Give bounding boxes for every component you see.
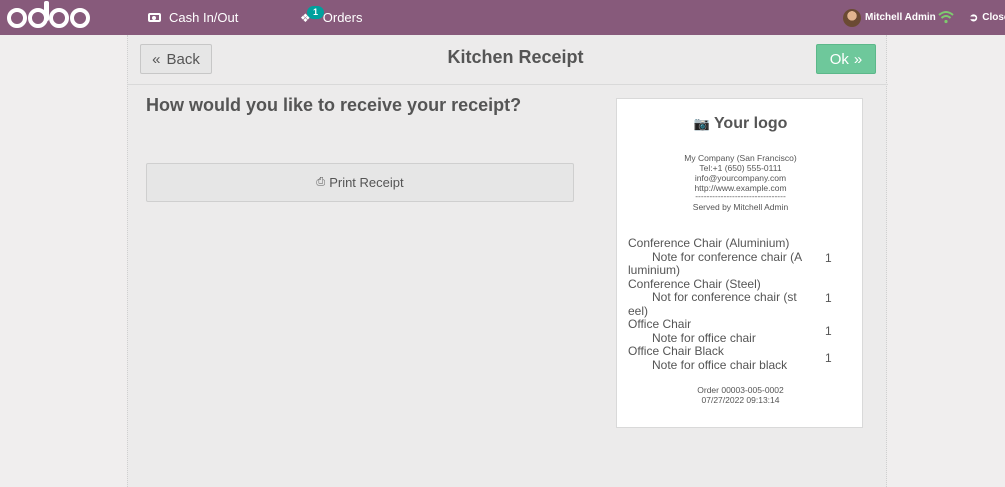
camera-icon: 📷: [693, 116, 710, 131]
user-name: Mitchell Admin: [865, 12, 936, 23]
receipt-line: Office Chair Note for office chair 1: [628, 317, 848, 345]
receipt-served-by: Served by Mitchell Admin: [692, 202, 789, 212]
receipt-phone: Tel:+1 (650) 555-0111: [699, 163, 782, 173]
print-receipt-button[interactable]: ⎙ Print Receipt: [146, 163, 574, 202]
receipt-company-info: My Company (San Francisco) Tel:+1 (650) …: [617, 153, 864, 212]
cash-icon: [148, 13, 161, 22]
receipt-line-note: Note for office chair: [652, 330, 756, 345]
sign-out-icon: ➲: [969, 12, 979, 24]
double-chevron-right-icon: »: [853, 50, 863, 68]
receipt-separator: --------------------------------: [695, 191, 786, 201]
close-label: Close: [982, 12, 1005, 23]
receipt-line-note: Note for conference chair (Aluminium): [628, 249, 803, 277]
receipt-line-note: Not for conference chair (steel): [628, 290, 797, 318]
receipt-line: Office Chair Black Note for office chair…: [628, 344, 848, 372]
receipt-lines: Conference Chair (Aluminium) Note for co…: [628, 236, 848, 372]
wifi-icon: [938, 11, 954, 24]
receipt-line-product: Office Chair: [628, 317, 692, 331]
receipt-question: How would you like to receive your recei…: [146, 95, 522, 115]
receipt-screen: « Back Kitchen Receipt Ok » How would yo…: [127, 35, 888, 487]
top-bar: Cash In/Out ❖ Orders 1 Mitchell Admin ➲ …: [0, 0, 1005, 35]
cash-in-out-label: Cash In/Out: [169, 10, 239, 25]
avatar: [843, 8, 861, 27]
ok-label: Ok: [829, 50, 849, 68]
receipt-line-qty: 1: [825, 291, 832, 305]
printer-icon: ⎙: [316, 176, 326, 188]
receipt-logo-text: Your logo: [713, 115, 788, 132]
receipt-line-product: Conference Chair (Aluminium): [628, 236, 790, 250]
receipt-footer: Order 00003-005-0002 07/27/2022 09:13:14: [617, 385, 864, 405]
receipt-line-qty: 1: [825, 351, 832, 365]
receipt-company-name: My Company (San Francisco): [684, 153, 797, 163]
odoo-logo: [7, 0, 90, 32]
ok-button[interactable]: Ok »: [816, 44, 876, 74]
receipt-logo: 📷 Your logo: [617, 115, 864, 133]
receipt-line: Conference Chair (Aluminium) Note for co…: [628, 236, 848, 278]
receipt-preview: 📷 Your logo My Company (San Francisco) T…: [616, 98, 863, 428]
screen-header: « Back Kitchen Receipt Ok »: [128, 35, 888, 85]
receipt-line-product: Conference Chair (Steel): [628, 276, 761, 291]
receipt-line-qty: 1: [825, 250, 832, 265]
receipt-order-ref: Order 00003-005-0002: [697, 385, 784, 395]
user-menu[interactable]: Mitchell Admin: [843, 0, 936, 35]
receipt-datetime: 07/27/2022 09:13:14: [701, 395, 780, 405]
orders-count-badge: 1: [307, 6, 324, 19]
receipt-line-product: Office Chair Black: [628, 344, 724, 358]
receipt-email: info@yourcompany.com: [694, 173, 787, 183]
cash-in-out-button[interactable]: Cash In/Out: [148, 0, 238, 35]
receipt-line-qty: 1: [825, 324, 832, 338]
page-title: Kitchen Receipt: [447, 47, 584, 67]
print-receipt-label: Print Receipt: [329, 175, 404, 190]
receipt-line: Conference Chair (Steel) Not for confere…: [628, 276, 848, 319]
close-button[interactable]: ➲ Close: [969, 0, 1005, 35]
orders-label: Orders: [322, 10, 363, 25]
receipt-line-note: Note for office chair black: [652, 357, 788, 372]
